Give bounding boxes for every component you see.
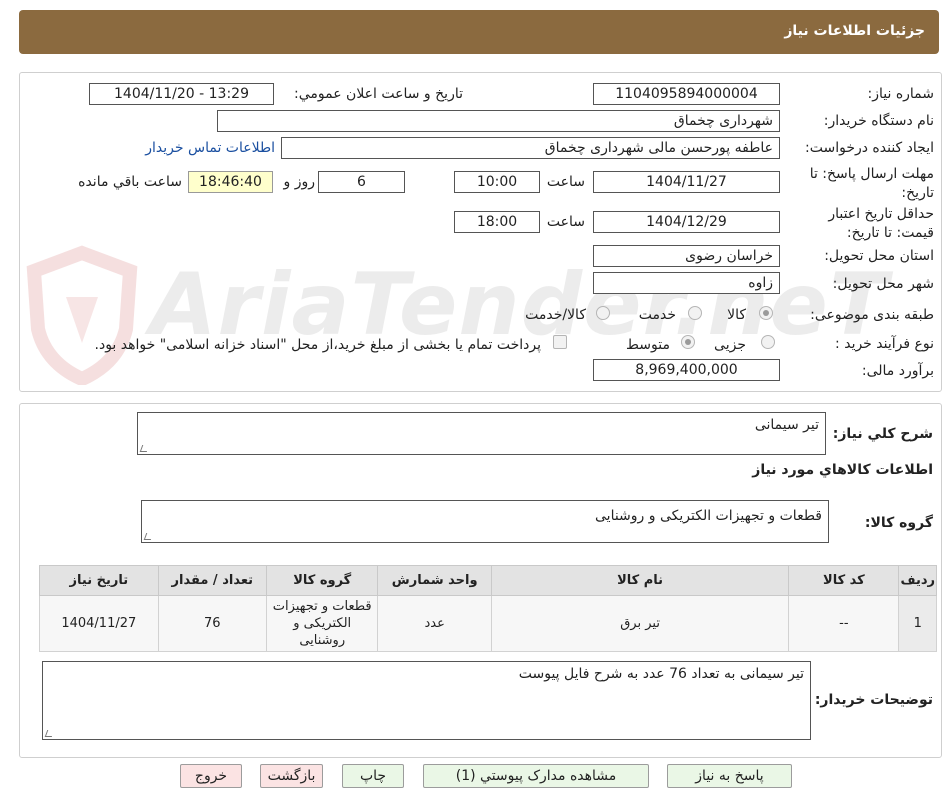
category-option-service: خدمت: [638, 307, 676, 323]
table-row: 1 -- تیر برق عدد قطعات و تجهیزات الکتریک…: [39, 595, 937, 652]
resize-handle-icon[interactable]: [143, 533, 154, 540]
exit-button[interactable]: خروج: [180, 764, 242, 788]
announce-label: تاریخ و ساعت اعلان عمومي:: [294, 86, 463, 102]
col-header-quantity: تعداد / مقدار: [157, 565, 267, 596]
goods-section-title: اطلاعات کالاهاي مورد نياز: [752, 462, 933, 478]
remaining-time-field: 18:46:40: [188, 171, 273, 193]
deadline-time-label: ساعت: [546, 174, 585, 190]
validity-date-field: 1404/12/29: [593, 211, 780, 233]
process-label: نوع فرآیند خرید :: [835, 336, 934, 352]
col-header-unit: واحد شمارش: [377, 565, 492, 596]
col-header-goods-name: نام کالا: [490, 565, 790, 596]
days-label: روز و: [283, 174, 316, 190]
province-label: استان محل تحویل:: [824, 248, 934, 264]
buyer-notes-text: تیر سیمانی به تعداد 76 عدد به شرح فایل پ…: [518, 666, 804, 682]
category-option-both: کالا/خدمت: [525, 307, 586, 323]
validity-time-field: 18:00: [454, 211, 540, 233]
process-option-minor: جزیی: [714, 337, 746, 353]
creator-label: ایجاد کننده درخواست:: [805, 140, 934, 156]
resize-handle-icon[interactable]: [139, 445, 150, 452]
category-radio-both[interactable]: [596, 306, 610, 320]
province-field: خراسان رضوی: [593, 245, 780, 267]
summary-textarea[interactable]: تیر سیمانی: [137, 412, 826, 455]
goods-table-wrapper: رديف کد کالا نام کالا واحد شمارش گروه کا…: [39, 565, 937, 652]
cell-goods-group: قطعات و تجهیزات الکتریکی و روشنایی: [265, 595, 379, 652]
col-header-goods-group: گروه کالا: [265, 565, 379, 596]
category-label: طبقه بندی موضوعی:: [810, 307, 934, 323]
days-field: 6: [318, 171, 405, 193]
city-field: زاوه: [593, 272, 780, 294]
treasury-payment-checkbox[interactable]: [553, 335, 567, 349]
category-option-goods: کالا: [727, 307, 746, 323]
summary-text: تیر سیمانی: [754, 417, 819, 433]
view-attachments-button[interactable]: مشاهده مدارک پيوستي (1): [423, 764, 649, 788]
city-label: شهر محل تحویل:: [832, 276, 934, 292]
category-radio-service[interactable]: [688, 306, 702, 320]
back-button[interactable]: بازگشت: [260, 764, 323, 788]
print-button[interactable]: چاپ: [342, 764, 404, 788]
summary-label: شرح کلي نياز:: [832, 426, 933, 442]
deadline-time-field: 10:00: [454, 171, 540, 193]
goods-table-header-row: رديف کد کالا نام کالا واحد شمارش گروه کا…: [39, 565, 937, 596]
category-radio-goods[interactable]: [759, 306, 773, 320]
process-radio-medium[interactable]: [681, 335, 695, 349]
need-number-field: 1104095894000004: [593, 83, 780, 105]
deadline-label: مهلت ارسال پاسخ: تا تاریخ:: [809, 166, 934, 201]
col-header-need-date: تاريخ نياز: [39, 565, 159, 596]
goods-group-textarea[interactable]: قطعات و تجهیزات الکتریکی و روشنایی: [141, 500, 829, 543]
cell-need-date: 1404/11/27: [39, 595, 159, 652]
goods-table: رديف کد کالا نام کالا واحد شمارش گروه کا…: [39, 565, 937, 652]
announce-field: 1404/11/20 - 13:29: [89, 83, 274, 105]
validity-label: حداقل تاریخ اعتبار قیمت: تا تاریخ:: [828, 206, 934, 241]
page-title: جزئیات اطلاعات نیاز: [784, 23, 925, 39]
estimate-field: 8,969,400,000: [593, 359, 780, 381]
goods-group-label: گروه کالا:: [864, 515, 933, 531]
resize-handle-icon[interactable]: [44, 730, 55, 737]
buyer-contact-link[interactable]: اطلاعات تماس خریدار: [145, 140, 275, 156]
process-option-medium: متوسط: [626, 337, 670, 353]
cell-row-number: 1: [898, 595, 937, 652]
validity-time-label: ساعت: [546, 214, 585, 230]
cell-quantity: 76: [157, 595, 267, 652]
reply-button[interactable]: پاسخ به نياز: [667, 764, 792, 788]
buyer-org-field: شهرداری چخماق: [217, 110, 780, 132]
watermark-logo: [22, 245, 142, 387]
goods-group-text: قطعات و تجهیزات الکتریکی و روشنایی: [595, 508, 822, 524]
col-header-goods-code: کد کالا: [788, 565, 900, 596]
deadline-date-field: 1404/11/27: [593, 171, 780, 193]
page-header: جزئیات اطلاعات نیاز: [19, 10, 939, 54]
treasury-payment-note: پرداخت تمام یا بخشی از مبلغ خرید،از محل …: [94, 337, 541, 353]
col-header-row-number: رديف: [898, 565, 937, 596]
cell-unit: عدد: [377, 595, 492, 652]
buyer-notes-label: توضيحات خريدار:: [814, 692, 933, 708]
cell-goods-name: تیر برق: [490, 595, 790, 652]
remaining-time-label: ساعت باقي مانده: [78, 174, 182, 190]
estimate-label: برآورد مالی:: [861, 363, 934, 379]
buyer-notes-textarea[interactable]: تیر سیمانی به تعداد 76 عدد به شرح فایل پ…: [42, 661, 811, 740]
cell-goods-code: --: [788, 595, 900, 652]
need-number-label: شماره نیاز:: [867, 86, 935, 102]
buyer-org-label: نام دستگاه خريدار:: [823, 113, 934, 129]
creator-field: عاطفه پورحسن مالی شهرداری چخماق: [281, 137, 780, 159]
process-radio-minor[interactable]: [761, 335, 775, 349]
